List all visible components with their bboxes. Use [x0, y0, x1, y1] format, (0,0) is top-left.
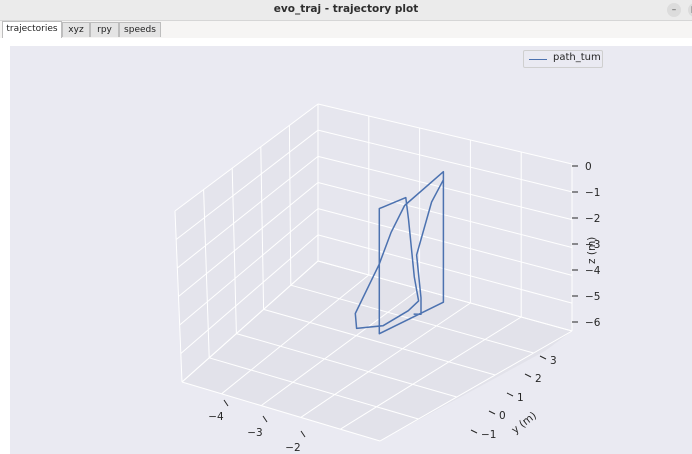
tab-trajectories[interactable]: trajectories: [2, 21, 62, 38]
legend: path_tum: [523, 50, 603, 68]
y-axis-label: y (m): [509, 410, 538, 437]
y-tick-label: −1: [481, 429, 496, 441]
z-tick-label: 0: [585, 161, 592, 173]
y-tick-mark: [506, 392, 514, 397]
y-tick-mark: [539, 355, 547, 360]
z-tick-label: −6: [585, 317, 601, 329]
x-tick-label: −2: [285, 442, 300, 454]
window-title: evo_traj - trajectory plot: [273, 3, 419, 15]
x-tick-mark: [262, 415, 268, 423]
tab-rpy[interactable]: rpy: [90, 22, 119, 37]
z-tick-label: −4: [585, 265, 601, 277]
x-tick-mark: [223, 399, 229, 407]
title-bar: evo_traj - trajectory plot – □: [0, 0, 692, 21]
z-axis-label: z (m): [586, 237, 598, 264]
y-tick-label: 0: [499, 410, 506, 422]
minimize-button[interactable]: –: [667, 3, 681, 17]
y-tick-mark: [470, 429, 478, 434]
x-tick-label: −3: [247, 427, 262, 439]
y-tick-label: 2: [535, 373, 542, 385]
legend-line-swatch: [529, 59, 547, 60]
plot-pane: 0 −1 −2 −3 −4 −5 −6 3 2 1 0 −1 −4 −3 −2 y (m) z (m) pa…: [0, 38, 692, 454]
z-tick-label: −1: [585, 187, 600, 199]
tab-bar: trajectories xyz rpy speeds: [0, 20, 692, 39]
tab-xyz[interactable]: xyz: [62, 22, 90, 37]
legend-label: path_tum: [553, 52, 601, 63]
trajectory-3d-plot: 0−1−2−3−4−5−63210−1−4−3−2 y (m) z (m): [174, 103, 601, 454]
tab-speeds[interactable]: speeds: [119, 22, 161, 37]
z-tick-label: −2: [585, 213, 600, 225]
z-tick-label: −5: [585, 291, 600, 303]
y-tick-label: 3: [550, 355, 557, 367]
figure-canvas[interactable]: 0 −1 −2 −3 −4 −5 −6 3 2 1 0 −1 −4 −3 −2 y (m) z (m) pa…: [10, 46, 692, 454]
x-tick-label: −4: [208, 411, 224, 423]
x-tick-mark: [300, 430, 306, 438]
y-tick-mark: [488, 410, 496, 415]
y-tick-label: 1: [517, 392, 524, 404]
y-tick-mark: [524, 373, 532, 378]
app-window: evo_traj - trajectory plot – □ trajector…: [0, 0, 692, 454]
